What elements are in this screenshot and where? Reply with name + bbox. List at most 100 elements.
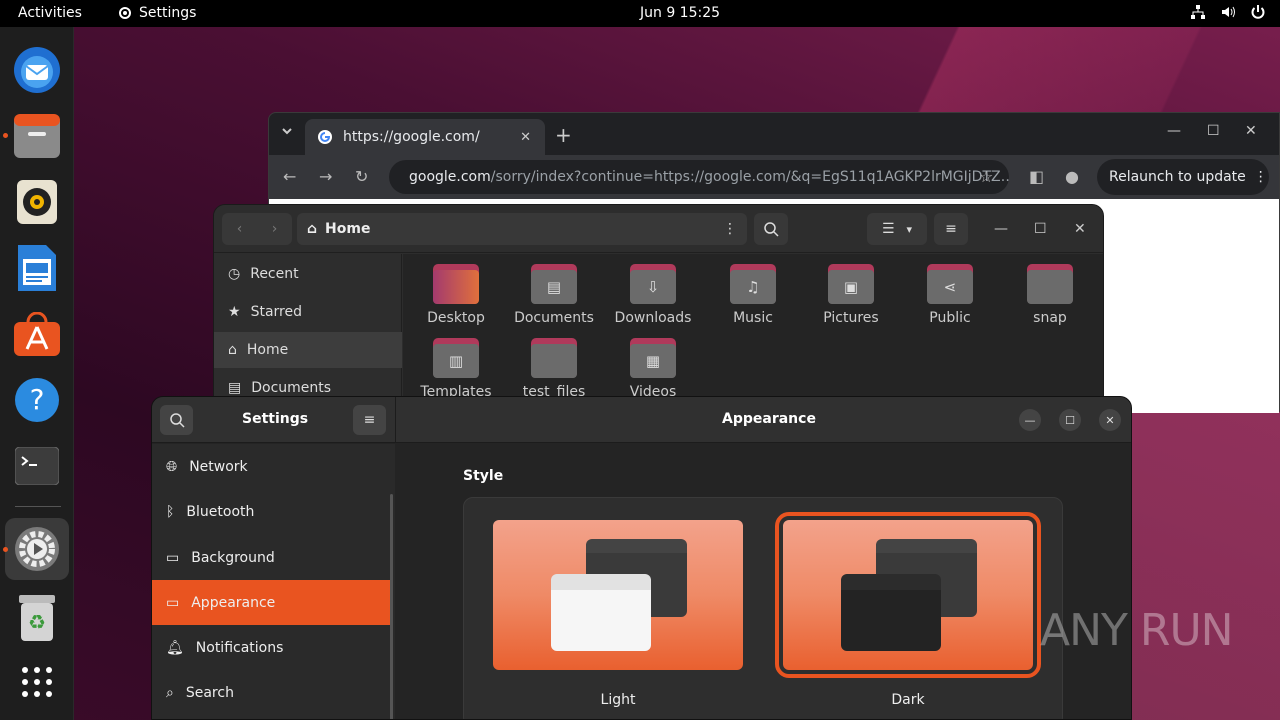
url-path: /sorry/index?continue=https://google.com… xyxy=(490,169,1009,185)
sidebar-item-network[interactable]: 🌐︎ Network xyxy=(152,444,393,489)
sidebar-item-label: Home xyxy=(246,342,289,358)
settings-title: Settings xyxy=(242,411,309,427)
style-heading: Style xyxy=(463,468,504,484)
app-menu[interactable]: Settings xyxy=(117,5,196,21)
document-icon: ▤ xyxy=(228,380,242,396)
folder-templates[interactable]: ▥ Templates xyxy=(406,338,506,400)
forward-button[interactable]: → xyxy=(319,167,332,186)
settings-main-header: Appearance — ☐ ✕ xyxy=(395,397,1131,443)
sidebar-item-label: Appearance xyxy=(191,594,276,611)
path-menu-button[interactable]: ⋮ xyxy=(714,213,746,245)
sidebar-item-recent[interactable]: ◷ Recent xyxy=(214,256,402,292)
writer-launcher[interactable] xyxy=(5,237,69,299)
close-button[interactable]: ✕ xyxy=(1245,123,1257,139)
app-center-launcher[interactable] xyxy=(5,303,69,365)
folder-pictures[interactable]: ▣ Pictures xyxy=(801,264,901,326)
files-launcher[interactable] xyxy=(5,105,69,167)
svg-text:?: ? xyxy=(30,383,45,416)
new-tab-button[interactable]: + xyxy=(555,123,572,147)
appearance-panel: Style Light Dark xyxy=(395,444,1131,719)
minimize-button[interactable]: — xyxy=(994,221,1008,237)
sidebar-item-appearance[interactable]: ▭ Appearance xyxy=(152,580,393,625)
back-chevron-icon[interactable]: ‹ xyxy=(237,221,243,237)
documents-folder-icon: ▤ xyxy=(531,264,577,304)
minimize-button[interactable]: — xyxy=(1167,123,1181,139)
dark-style-option[interactable] xyxy=(775,512,1041,678)
network-globe-icon: 🌐︎ xyxy=(166,458,178,475)
terminal-launcher[interactable] xyxy=(5,435,69,497)
browser-toolbar: ← → ↻ google.com /sorry/index?continue=h… xyxy=(269,155,1279,199)
search-icon xyxy=(764,222,779,237)
folder-desktop[interactable]: Desktop xyxy=(406,264,506,326)
sidebar-item-label: Background xyxy=(191,549,275,566)
settings-launcher[interactable] xyxy=(5,518,69,580)
folder-public[interactable]: ⋖ Public xyxy=(900,264,1000,326)
browser-tab[interactable]: https://google.com/ ✕ xyxy=(305,119,545,155)
forward-chevron-icon[interactable]: › xyxy=(272,221,278,237)
view-toggle-button[interactable]: ☰ ▾ xyxy=(867,213,927,245)
desktop-folder-icon xyxy=(433,264,479,304)
power-icon xyxy=(1251,5,1265,19)
trash-launcher[interactable]: ♻ xyxy=(5,587,69,649)
settings-sidebar: 🌐︎ Network ᛒ Bluetooth ▭ Background ▭ Appear… xyxy=(152,444,395,719)
close-button[interactable]: ✕ xyxy=(1074,221,1086,237)
files-window: ‹ › ⌂ Home ⋮ ☰ ▾ ≡ — ☐ ✕ ◷ Recent ★ Starre… xyxy=(213,204,1104,424)
folder-snap[interactable]: snap xyxy=(1000,264,1100,326)
thunderbird-launcher[interactable] xyxy=(5,39,69,101)
folder-downloads[interactable]: ⇩ Downloads xyxy=(603,264,703,326)
hamburger-icon: ≡ xyxy=(363,412,376,428)
minimize-button[interactable]: — xyxy=(1019,409,1041,431)
tab-search-button[interactable] xyxy=(281,125,293,141)
folder-test-files[interactable]: test_files xyxy=(504,338,604,400)
folder-label: Desktop xyxy=(427,310,485,326)
address-bar[interactable]: google.com /sorry/index?continue=https:/… xyxy=(389,160,1009,194)
reload-button[interactable]: ↻ xyxy=(355,167,368,186)
sidebar-item-bluetooth[interactable]: ᛒ Bluetooth xyxy=(152,489,393,534)
side-panel-icon[interactable]: ◧ xyxy=(1029,167,1044,186)
folder-music[interactable]: ♫ Music xyxy=(703,264,803,326)
sidebar-item-starred[interactable]: ★ Starred xyxy=(214,294,402,330)
search-button[interactable] xyxy=(160,405,193,435)
path-bar[interactable]: ⌂ Home xyxy=(297,213,747,245)
folder-label: snap xyxy=(1033,310,1067,326)
search-button[interactable] xyxy=(754,213,788,245)
light-style-label: Light xyxy=(600,692,636,708)
more-menu-icon: ⋮ xyxy=(1253,169,1268,185)
sidebar-item-label: Starred xyxy=(250,304,302,320)
thunderbird-icon xyxy=(14,47,60,93)
light-style-option[interactable] xyxy=(493,520,743,670)
folder-label: Pictures xyxy=(823,310,879,326)
sidebar-item-notifications[interactable]: 🔔︎ Notifications xyxy=(152,625,393,670)
folder-label: Music xyxy=(733,310,773,326)
folder-videos[interactable]: ▦ Videos xyxy=(603,338,703,400)
system-tray[interactable] xyxy=(1190,4,1266,20)
hamburger-menu-button[interactable]: ≡ xyxy=(353,405,386,435)
settings-sidebar-header: Settings ≡ xyxy=(152,397,395,443)
google-icon xyxy=(318,130,332,144)
clock[interactable]: Jun 9 15:25 xyxy=(640,5,720,21)
close-button[interactable]: ✕ xyxy=(1099,409,1121,431)
profile-icon[interactable]: ● xyxy=(1065,167,1079,186)
show-apps-button[interactable] xyxy=(5,651,69,713)
speaker-icon xyxy=(17,180,57,224)
sidebar-item-home[interactable]: ⌂ Home xyxy=(214,332,402,368)
maximize-button[interactable]: ☐ xyxy=(1207,123,1220,139)
page-title: Appearance xyxy=(722,411,816,427)
back-button[interactable]: ← xyxy=(283,167,296,186)
maximize-button[interactable]: ☐ xyxy=(1059,409,1081,431)
relaunch-button[interactable]: Relaunch to update ⋮ xyxy=(1097,159,1269,195)
tab-close-icon[interactable]: ✕ xyxy=(520,130,531,145)
rhythmbox-launcher[interactable] xyxy=(5,171,69,233)
sidebar-item-search[interactable]: ⌕ Search xyxy=(152,670,393,715)
bookmark-star-icon[interactable]: ☆ xyxy=(979,167,993,186)
sidebar-scrollbar[interactable] xyxy=(390,494,393,719)
folder-documents[interactable]: ▤ Documents xyxy=(504,264,604,326)
main-menu-button[interactable]: ≡ xyxy=(934,213,968,245)
help-launcher[interactable]: ? xyxy=(5,369,69,431)
activities-button[interactable]: Activities xyxy=(18,5,82,21)
maximize-button[interactable]: ☐ xyxy=(1034,221,1047,237)
chevron-down-icon: ▾ xyxy=(906,222,913,236)
sidebar-item-label: Search xyxy=(185,684,234,701)
sidebar-item-background[interactable]: ▭ Background xyxy=(152,535,393,580)
app-center-icon xyxy=(14,312,60,356)
